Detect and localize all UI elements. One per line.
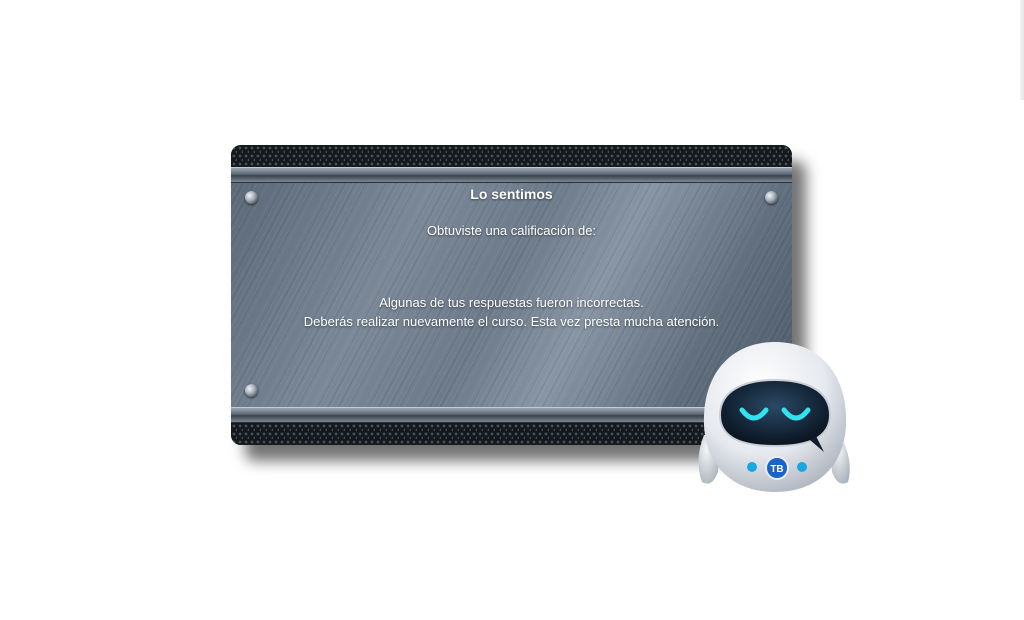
badge-icon: TB (770, 464, 783, 475)
robot-mascot-icon: TB (690, 340, 860, 500)
message-line-2: Deberás realizar nuevamente el curso. Es… (303, 314, 720, 329)
scrollbar-edge (1020, 0, 1024, 100)
score-label: Obtuviste una calificación de: (426, 223, 597, 238)
top-rail (231, 167, 792, 183)
rivet-icon (245, 384, 258, 397)
top-mesh-grill (231, 145, 792, 167)
page-stage: Lo sentimos Obtuviste una calificación d… (0, 0, 1024, 620)
dialog-title: Lo sentimos (470, 186, 553, 202)
message-line-1: Algunas de tus respuestas fueron incorre… (379, 295, 644, 310)
